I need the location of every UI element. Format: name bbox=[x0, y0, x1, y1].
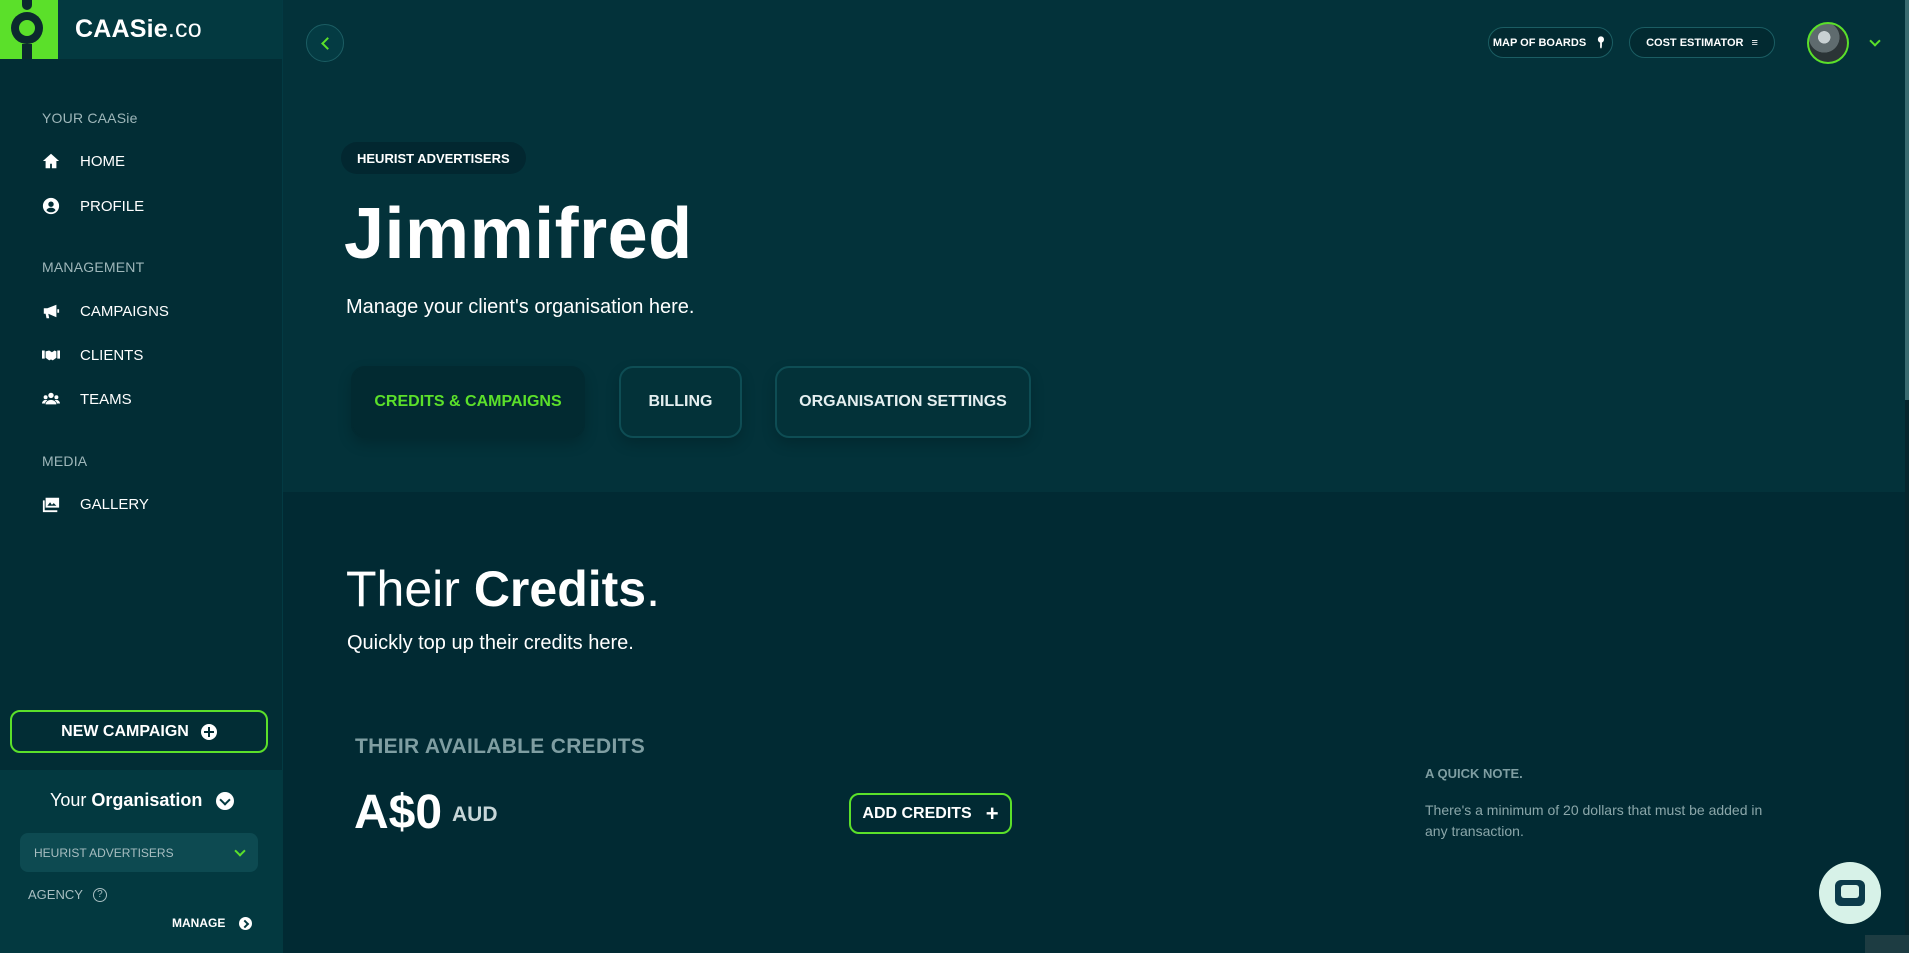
add-credits-label: ADD CREDITS bbox=[862, 804, 972, 822]
sidebar-item-label: CLIENTS bbox=[80, 346, 144, 364]
quick-note-text: There's a minimum of 20 dollars that mus… bbox=[1425, 802, 1763, 839]
chat-icon bbox=[1835, 880, 1865, 906]
plus-circle-icon bbox=[200, 723, 217, 740]
manage-organisation-link[interactable]: MANAGE bbox=[172, 916, 253, 930]
tab-organisation-settings[interactable]: ORGANISATION SETTINGS bbox=[775, 366, 1031, 438]
quick-note-title: A QUICK NOTE. bbox=[1425, 766, 1523, 781]
organisation-prefix: Your bbox=[50, 790, 87, 810]
megaphone-icon bbox=[42, 302, 60, 320]
brand-name: CAASie.co bbox=[75, 15, 202, 43]
plus-icon: + bbox=[985, 800, 999, 826]
avatar[interactable] bbox=[1807, 22, 1849, 64]
users-icon bbox=[42, 390, 60, 408]
arrow-right-circle-icon bbox=[239, 916, 253, 930]
organisation-title: Organisation bbox=[91, 790, 203, 810]
organisation-selected-value: HEURIST ADVERTISERS bbox=[34, 845, 174, 860]
map-of-boards-button[interactable]: MAP OF BOARDS 📍︎ bbox=[1488, 27, 1613, 58]
user-circle-icon bbox=[42, 197, 60, 215]
images-icon bbox=[42, 495, 60, 513]
sidebar-item-teams[interactable]: TEAMS bbox=[42, 390, 132, 408]
sidebar-item-gallery[interactable]: GALLERY bbox=[42, 495, 149, 513]
sidebar-item-clients[interactable]: CLIENTS bbox=[42, 346, 143, 364]
sidebar: CAASie.co YOUR CAASie HOME PROFILE MANAG… bbox=[0, 0, 283, 953]
organisation-panel: Your Organisation HEURIST ADVERTISERS AG… bbox=[0, 770, 283, 953]
credits-heading-bold: Credits bbox=[473, 561, 647, 617]
scrollbar-thumb[interactable] bbox=[1905, 0, 1909, 400]
help-icon[interactable]: ? bbox=[92, 887, 107, 902]
sidebar-item-profile[interactable]: PROFILE bbox=[42, 197, 144, 215]
manage-label: MANAGE bbox=[172, 916, 226, 930]
sidebar-section-your-caasie: YOUR CAASie bbox=[42, 110, 138, 126]
organisation-type: AGENCY ? bbox=[28, 887, 107, 902]
page-title: Jimmifred bbox=[344, 194, 693, 274]
organisation-tag: HEURIST ADVERTISERS bbox=[341, 142, 526, 174]
tab-credits-campaigns[interactable]: CREDITS & CAMPAIGNS bbox=[351, 366, 585, 438]
cost-estimator-label: COST ESTIMATOR bbox=[1646, 36, 1744, 49]
sidebar-item-label: GALLERY bbox=[80, 495, 149, 513]
sidebar-item-label: HOME bbox=[80, 152, 125, 170]
brand-logo-icon bbox=[0, 0, 58, 59]
organisation-toggle[interactable]: Your Organisation bbox=[50, 790, 235, 811]
chevron-down-icon bbox=[234, 844, 246, 857]
sidebar-item-label: CAMPAIGNS bbox=[80, 302, 169, 320]
page-subtitle: Manage your client's organisation here. bbox=[346, 296, 695, 318]
available-credits-amount: A$0 bbox=[354, 786, 443, 839]
new-campaign-label: NEW CAMPAIGN bbox=[61, 722, 189, 740]
handshake-icon bbox=[42, 346, 60, 364]
map-pin-icon: 📍︎ bbox=[1594, 37, 1609, 49]
sidebar-item-label: TEAMS bbox=[80, 390, 132, 408]
add-credits-button[interactable]: ADD CREDITS + bbox=[849, 793, 1012, 834]
organisation-select[interactable]: HEURIST ADVERTISERS bbox=[20, 833, 258, 872]
corner-widget bbox=[1865, 935, 1909, 953]
map-of-boards-label: MAP OF BOARDS bbox=[1492, 36, 1587, 49]
chevron-down-icon bbox=[216, 791, 235, 810]
available-credits-currency: AUD bbox=[452, 803, 498, 826]
sidebar-section-management: MANAGEMENT bbox=[42, 259, 145, 275]
chat-support-button[interactable] bbox=[1819, 862, 1881, 924]
back-button[interactable] bbox=[306, 24, 344, 62]
credits-heading-light: Their bbox=[346, 561, 460, 617]
new-campaign-button[interactable]: NEW CAMPAIGN bbox=[10, 710, 268, 753]
organisation-type-label: AGENCY bbox=[28, 887, 83, 902]
credits-heading-period: . bbox=[646, 561, 660, 617]
home-icon bbox=[42, 152, 60, 170]
available-credits-label: THEIR AVAILABLE CREDITS bbox=[355, 735, 646, 758]
tab-billing[interactable]: BILLING bbox=[619, 366, 742, 438]
cost-estimator-button[interactable]: COST ESTIMATOR ≡ bbox=[1629, 27, 1775, 58]
sidebar-section-media: MEDIA bbox=[42, 453, 88, 469]
sidebar-item-campaigns[interactable]: CAMPAIGNS bbox=[42, 302, 169, 320]
sidebar-item-home[interactable]: HOME bbox=[42, 152, 125, 170]
coins-icon: ≡ bbox=[1751, 36, 1758, 49]
sidebar-item-label: PROFILE bbox=[80, 197, 145, 215]
credits-heading: Their Credits. bbox=[346, 560, 660, 618]
brand[interactable]: CAASie.co bbox=[0, 0, 282, 59]
credits-subtitle: Quickly top up their credits here. bbox=[347, 632, 634, 654]
